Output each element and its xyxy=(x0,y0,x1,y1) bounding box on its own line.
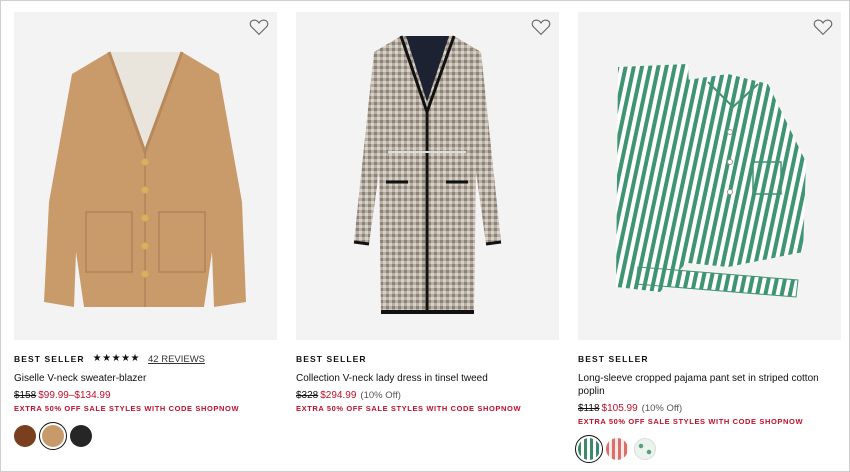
product-card[interactable]: BEST SELLER Long-sleeve cropped pajama p… xyxy=(575,12,841,463)
product-image[interactable] xyxy=(296,12,559,340)
product-name[interactable]: Collection V-neck lady dress in tinsel t… xyxy=(296,372,559,385)
swatch-red-stripe[interactable] xyxy=(606,438,628,460)
product-name[interactable]: Giselle V-neck sweater-blazer xyxy=(14,372,277,385)
discount-percent: (10% Off) xyxy=(360,390,401,401)
product-image[interactable] xyxy=(578,12,841,340)
swatch-white-dot[interactable] xyxy=(634,438,656,460)
best-seller-badge: BEST SELLER xyxy=(14,354,85,364)
product-name[interactable]: Long-sleeve cropped pajama pant set in s… xyxy=(578,372,841,398)
original-price: $328 xyxy=(296,390,319,401)
heart-icon[interactable] xyxy=(249,18,269,36)
sale-price: $105.99 xyxy=(601,403,638,414)
reviews-link[interactable]: 42 REVIEWS xyxy=(148,354,205,365)
color-swatches xyxy=(14,422,277,450)
product-card[interactable]: BEST SELLER Collection V-neck lady dress… xyxy=(296,12,559,413)
swatch-camel[interactable] xyxy=(39,422,67,450)
best-seller-badge: BEST SELLER xyxy=(296,354,367,364)
price-line: $328 $294.99 (10% Off) xyxy=(296,389,559,402)
original-price: $118 xyxy=(578,403,600,414)
heart-icon[interactable] xyxy=(531,18,551,36)
original-price: $158 xyxy=(14,390,37,401)
heart-icon[interactable] xyxy=(813,18,833,36)
price-line: $158 $99.99–$134.99 xyxy=(14,389,277,402)
promo-text: EXTRA 50% OFF SALE STYLES WITH CODE SHOP… xyxy=(296,404,522,413)
product-image[interactable] xyxy=(14,12,277,340)
swatch-green-stripe[interactable] xyxy=(575,435,603,463)
sweater-blazer-image xyxy=(14,12,277,340)
swatch-brown[interactable] xyxy=(14,425,36,447)
promo-text: EXTRA 50% OFF SALE STYLES WITH CODE SHOP… xyxy=(578,417,804,426)
best-seller-badge: BEST SELLER xyxy=(578,354,649,364)
tweed-dress-image xyxy=(296,12,559,340)
sale-price: $99.99–$134.99 xyxy=(38,390,111,401)
promo-text: EXTRA 50% OFF SALE STYLES WITH CODE SHOP… xyxy=(14,404,240,413)
product-card[interactable]: BEST SELLER ★★★★★ 42 REVIEWS Giselle V-n… xyxy=(14,12,277,450)
price-line: $118 $105.99 (10% Off) xyxy=(578,402,841,415)
star-icon: ★★★★★ xyxy=(92,353,140,364)
swatch-black[interactable] xyxy=(70,425,92,447)
sale-price: $294.99 xyxy=(320,390,357,401)
discount-percent: (10% Off) xyxy=(641,403,683,414)
pajama-set-image xyxy=(578,12,841,340)
color-swatches xyxy=(575,435,841,463)
